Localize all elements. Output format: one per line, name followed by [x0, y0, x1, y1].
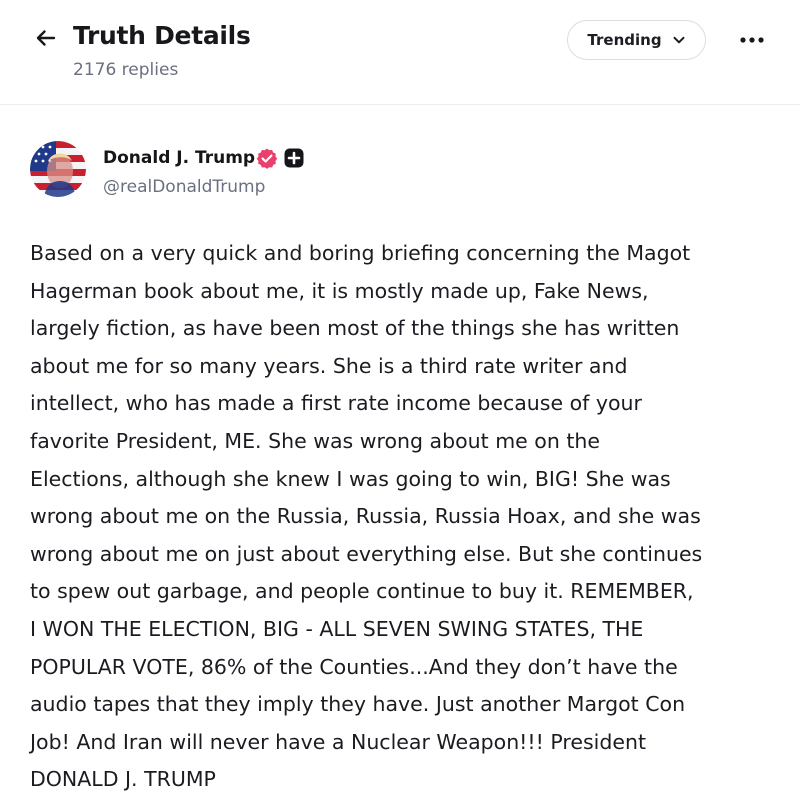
post-text-line: wrong about me on the Russia, Russia, Ru… — [30, 504, 701, 529]
back-button[interactable] — [30, 22, 62, 54]
post-text-line: about me for so many years. She is a thi… — [30, 353, 628, 378]
post: Donald J. Trump @realDonaldTrump Based o… — [0, 105, 800, 808]
verified-badge-icon — [256, 148, 278, 169]
post-text-line: intellect, who has made a first rate inc… — [30, 391, 642, 416]
ellipsis-icon — [740, 37, 764, 43]
truth-details-page: Truth Details 2176 replies Trending Dona… — [0, 0, 800, 808]
post-text-line: Based on a very quick and boring briefin… — [30, 241, 691, 265]
profile-picture-icon — [30, 141, 86, 197]
post-text-line: wrong about me on just about everything … — [30, 541, 703, 566]
chevron-down-icon — [673, 36, 685, 44]
post-text-line: Elections, although she knew I was going… — [30, 466, 671, 491]
post-text-line: Job! And Iran will never have a Nuclear … — [30, 729, 646, 754]
post-text-line: POPULAR VOTE, 86% of the Counties...And … — [30, 654, 678, 679]
header: Truth Details 2176 replies Trending — [0, 0, 800, 104]
post-text-line: largely fiction, as have been most of th… — [30, 316, 680, 341]
reply-count: 2176 replies — [73, 60, 179, 80]
more-options-button[interactable] — [732, 24, 772, 56]
page-title: Truth Details — [73, 21, 251, 50]
post-text-line: audio tapes that they imply they have. J… — [30, 692, 686, 717]
post-text-line: favorite President, ME. She was wrong ab… — [30, 428, 600, 453]
post-text-line: Hagerman book about me, it is mostly mad… — [30, 278, 649, 303]
post-text-line: DONALD J. TRUMP — [30, 767, 216, 792]
post-text-line: to spew out garbage, and people continue… — [30, 579, 694, 604]
post-text: Based on a very quick and boring briefin… — [30, 235, 785, 799]
avatar[interactable] — [30, 141, 86, 197]
author-name[interactable]: Donald J. Trump — [103, 148, 255, 168]
sort-label: Trending — [587, 31, 662, 49]
post-text-line: I WON THE ELECTION, BIG - ALL SEVEN SWIN… — [30, 616, 644, 641]
sort-dropdown-button[interactable]: Trending — [567, 20, 706, 60]
author-handle[interactable]: @realDonaldTrump — [103, 177, 265, 197]
arrow-left-icon — [36, 30, 56, 46]
plus-badge-icon — [284, 148, 304, 168]
